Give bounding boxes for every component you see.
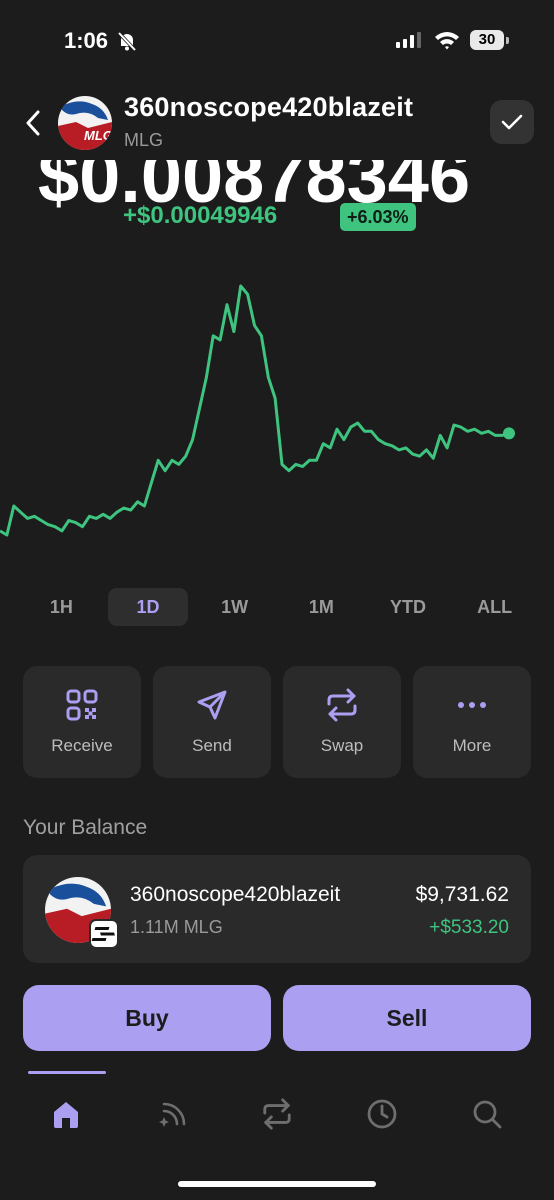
sell-button[interactable]: Sell xyxy=(283,985,531,1051)
home-indicator xyxy=(178,1181,376,1187)
current-price-dot xyxy=(503,427,515,440)
token-name: 360noscope420blazeit xyxy=(124,92,414,122)
price-change-amount: +$0.00049946 xyxy=(123,202,278,229)
price-change-percent-badge: +6.03% xyxy=(340,203,416,231)
balance-change: +$533.20 xyxy=(429,917,509,938)
range-1h[interactable]: 1H xyxy=(21,588,101,626)
more-label: More xyxy=(452,736,492,755)
price-line xyxy=(0,284,510,537)
swap-label: Swap xyxy=(320,736,364,755)
tab-swap[interactable] xyxy=(257,1094,297,1134)
tab-activity[interactable] xyxy=(362,1094,402,1134)
range-1d[interactable]: 1D xyxy=(108,588,188,626)
time-range-selector: 1H 1D 1W 1M YTD ALL xyxy=(18,588,538,626)
search-icon xyxy=(473,1100,502,1129)
watchlist-check-button[interactable] xyxy=(490,100,534,144)
send-icon xyxy=(197,690,227,720)
token-symbol: MLG xyxy=(124,130,164,150)
receive-label: Receive xyxy=(51,736,113,755)
active-tab-indicator xyxy=(28,1071,106,1074)
buy-button[interactable]: Buy xyxy=(23,985,271,1051)
more-button[interactable]: More xyxy=(413,666,531,778)
silent-bell-icon xyxy=(117,31,137,52)
signal-icon xyxy=(396,32,421,48)
balance-value: $9,731.62 xyxy=(415,883,509,906)
battery-tip xyxy=(506,37,509,44)
range-1w[interactable]: 1W xyxy=(195,588,275,626)
range-ytd[interactable]: YTD xyxy=(368,588,448,626)
balance-quantity: 1.11M MLG xyxy=(130,917,223,937)
status-time: 1:06 xyxy=(64,28,109,53)
range-all[interactable]: ALL xyxy=(455,588,535,626)
tab-explore[interactable] xyxy=(152,1094,192,1134)
swap-tab-icon xyxy=(263,1098,291,1130)
back-chevron-icon[interactable] xyxy=(22,108,44,138)
send-button[interactable]: Send xyxy=(153,666,271,778)
range-1m[interactable]: 1M xyxy=(281,588,361,626)
check-icon xyxy=(501,114,523,130)
battery-icon: 30 xyxy=(470,30,504,50)
home-icon xyxy=(54,1102,78,1128)
balance-card[interactable]: 360noscope420blazeit 1.11M MLG $9,731.62… xyxy=(23,855,531,963)
balance-token-name: 360noscope420blazeit xyxy=(130,883,341,906)
send-label: Send xyxy=(192,736,232,755)
clock-icon xyxy=(367,1099,397,1129)
explore-feed-icon xyxy=(159,1102,186,1127)
price-chart[interactable] xyxy=(0,270,554,560)
token-avatar: MLG xyxy=(58,96,112,150)
swap-button[interactable]: Swap xyxy=(283,666,401,778)
solana-chain-badge-icon xyxy=(89,919,119,949)
tab-home[interactable] xyxy=(46,1094,86,1134)
wifi-icon xyxy=(435,32,459,50)
more-icon xyxy=(458,702,486,708)
receive-button[interactable]: Receive xyxy=(23,666,141,778)
tab-search[interactable] xyxy=(467,1094,507,1134)
qr-code-icon xyxy=(66,689,98,721)
balance-section-title: Your Balance xyxy=(23,816,148,839)
swap-icon xyxy=(327,688,357,722)
